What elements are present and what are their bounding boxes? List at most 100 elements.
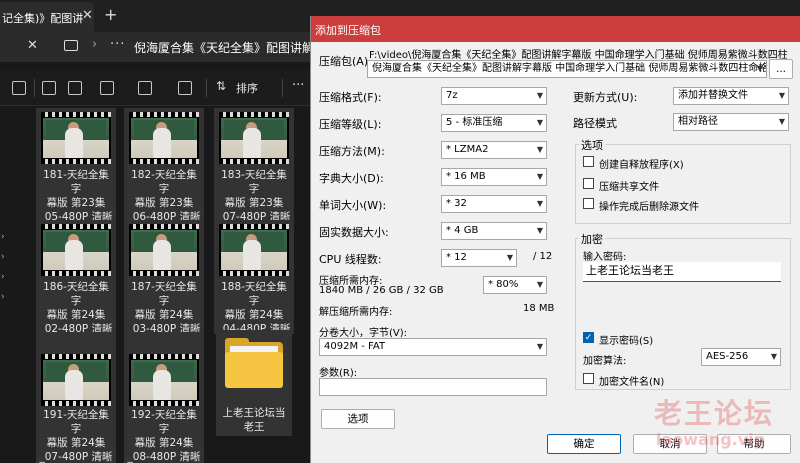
chevron-down-icon: ▼: [536, 145, 543, 154]
chevron-down-icon: ▼: [536, 199, 543, 208]
new-tab-icon[interactable]: +: [104, 5, 117, 24]
chevron-down-icon: ▼: [506, 253, 513, 262]
copy-icon[interactable]: [68, 81, 82, 95]
delete-after-checkbox[interactable]: [583, 198, 594, 209]
word-size-label: 单词大小(W):: [319, 199, 387, 212]
video-thumbnail: [219, 224, 289, 276]
chevron-down-icon: ▼: [536, 280, 543, 289]
video-file-item[interactable]: 182-天纪全集字 幕版 第23集 _06-480P 清晰 -AVC.mp4: [124, 108, 204, 237]
format-label: 压缩格式(F):: [319, 91, 382, 104]
encryption-group-title: 加密: [579, 231, 605, 247]
params-label: 参数(R):: [319, 368, 358, 379]
video-file-item[interactable]: 187-天纪全集字 幕版 第24集 _03-480P 清晰 -AVC.mp4: [124, 220, 204, 349]
video-file-item[interactable]: 188-天纪全集字 幕版 第24集 _04-480P 清晰 -AVC.mp4: [214, 220, 294, 349]
update-mode-label: 更新方式(U):: [573, 91, 638, 104]
archive-name-combo[interactable]: 倪海厦合集《天纪全集》配图讲解字幕版 中国命理学入门基础 倪师周易紫微斗数四柱命…: [367, 60, 767, 78]
level-select[interactable]: 5 - 标准压缩 ▼: [441, 114, 547, 132]
solid-block-value: * 4 GB: [446, 225, 479, 236]
memory-detail: 1840 MB / 26 GB / 32 GB: [319, 285, 444, 296]
address-path[interactable]: 倪海厦合集《天纪全集》配图讲解字: [134, 39, 326, 56]
level-value: 5 - 标准压缩: [446, 117, 503, 128]
more-path-icon[interactable]: ···: [110, 37, 125, 52]
chevron-down-icon: ▼: [536, 172, 543, 181]
solid-block-select[interactable]: * 4 GB ▼: [441, 222, 547, 240]
folder-item[interactable]: 上老王论坛当老王: [216, 330, 292, 436]
delete-icon[interactable]: [178, 81, 192, 95]
dictionary-select[interactable]: * 16 MB ▼: [441, 168, 547, 186]
memory-percent-select[interactable]: * 80% ▼: [483, 276, 547, 294]
sfx-checkbox[interactable]: [583, 156, 594, 167]
update-mode-select[interactable]: 添加并替换文件 ▼: [673, 87, 789, 105]
path-mode-select[interactable]: 相对路径 ▼: [673, 113, 789, 131]
new-item-icon[interactable]: [12, 81, 26, 95]
chevron-down-icon: ▼: [778, 91, 785, 100]
explorer-tab[interactable]: 记全集)》配图讲 ✕: [0, 2, 94, 32]
show-password-checkbox[interactable]: ✓: [583, 332, 594, 343]
divider: [34, 79, 35, 97]
expand-icon[interactable]: ›: [1, 272, 5, 282]
split-label: 分卷大小，字节(V):: [319, 328, 408, 339]
dictionary-label: 字典大小(D):: [319, 172, 384, 185]
password-label: 输入密码:: [583, 252, 627, 263]
video-thumbnail: [129, 112, 199, 164]
path-mode-value: 相对路径: [678, 116, 718, 127]
watermark-text: 老王论坛: [654, 397, 775, 430]
archive-label: 压缩包(A): [319, 55, 369, 68]
folder-name: 上老王论坛当老王: [222, 407, 286, 433]
cut-icon[interactable]: [42, 81, 56, 95]
options-button[interactable]: 选项: [321, 409, 395, 429]
close-icon[interactable]: ✕: [27, 38, 38, 53]
sort-icon[interactable]: ⇅: [216, 79, 226, 93]
video-thumbnail: [129, 224, 199, 276]
expand-icon[interactable]: ›: [1, 232, 5, 242]
archive-name-value: 倪海厦合集《天纪全集》配图讲解字幕版 中国命理学入门基础 倪师周易紫微斗数四柱命…: [372, 63, 767, 74]
expand-icon[interactable]: ›: [1, 292, 5, 302]
ok-button[interactable]: 确定: [547, 434, 621, 454]
this-pc-icon[interactable]: [64, 40, 78, 51]
chevron-down-icon: ▼: [536, 342, 543, 351]
password-input[interactable]: 上老王论坛当老王: [583, 262, 781, 282]
video-file-item[interactable]: 192-天纪全集字 幕版 第24集 _08-480P 清晰 -AVC.mp4: [124, 332, 204, 463]
method-value: * LZMA2: [446, 144, 489, 155]
encryption-method-select[interactable]: AES-256 ▼: [701, 348, 781, 366]
solid-block-label: 固实数据大小:: [319, 226, 389, 239]
dialog-title-bar[interactable]: 添加到压缩包: [311, 16, 800, 42]
dictionary-value: * 16 MB: [446, 171, 486, 182]
more-options-icon[interactable]: ···: [292, 78, 304, 93]
chevron-down-icon: ▼: [770, 352, 777, 361]
chevron-down-icon: ▼: [756, 64, 763, 73]
shared-files-checkbox[interactable]: [583, 178, 594, 189]
level-label: 压缩等级(L):: [319, 118, 382, 131]
shared-files-label: 压缩共享文件: [599, 182, 659, 193]
params-input[interactable]: [319, 378, 547, 396]
command-bar: ⇅ 排序 ···: [0, 70, 310, 106]
video-file-item[interactable]: 181-天纪全集字 幕版 第23集 _05-480P 清晰 -AVC.mp4: [36, 108, 116, 237]
split-value: 4092M - FAT: [324, 341, 386, 352]
method-select[interactable]: * LZMA2 ▼: [441, 141, 547, 159]
video-file-item[interactable]: 191-天纪全集字 幕版 第24集 _07-480P 清晰 -AVC.mp4: [36, 332, 116, 463]
navigation-pane: › › › ›: [0, 106, 12, 463]
format-select[interactable]: 7z ▼: [441, 87, 547, 105]
share-icon[interactable]: [138, 81, 152, 95]
dialog-title: 添加到压缩包: [315, 24, 381, 37]
sort-button[interactable]: 排序: [236, 80, 258, 96]
close-tab-icon[interactable]: ✕: [82, 8, 93, 23]
video-file-item[interactable]: 186-天纪全集字 幕版 第24集 _02-480P 清晰 -AVC.mp4: [36, 220, 116, 349]
file-name: 192-天纪全集字 幕版 第24集 _08-480P 清晰 -AVC.mp4: [127, 409, 201, 463]
file-name: 191-天纪全集字 幕版 第24集 _07-480P 清晰 -AVC.mp4: [39, 409, 113, 463]
browse-button[interactable]: ...: [769, 59, 793, 79]
archive-path-text: F:\video\倪海厦合集《天纪全集》配图讲解字幕版 中国命理学入门基础 倪师…: [369, 50, 787, 61]
word-size-select[interactable]: * 32 ▼: [441, 195, 547, 213]
encrypt-names-checkbox[interactable]: [583, 373, 594, 384]
video-file-item[interactable]: 183-天纪全集字 幕版 第23集 _07-480P 清晰 -AVC.mp4: [214, 108, 294, 237]
expand-icon[interactable]: ›: [1, 252, 5, 262]
method-label: 压缩方法(M):: [319, 145, 385, 158]
encryption-method-value: AES-256: [706, 351, 749, 362]
encryption-method-label: 加密算法:: [583, 356, 627, 367]
threads-select[interactable]: * 12 ▼: [441, 249, 517, 267]
word-size-value: * 32: [446, 198, 467, 209]
split-select[interactable]: 4092M - FAT ▼: [319, 338, 547, 356]
tab-title: 记全集)》配图讲: [2, 12, 84, 25]
threads-value: * 12: [446, 252, 467, 263]
rename-icon[interactable]: [100, 81, 114, 95]
